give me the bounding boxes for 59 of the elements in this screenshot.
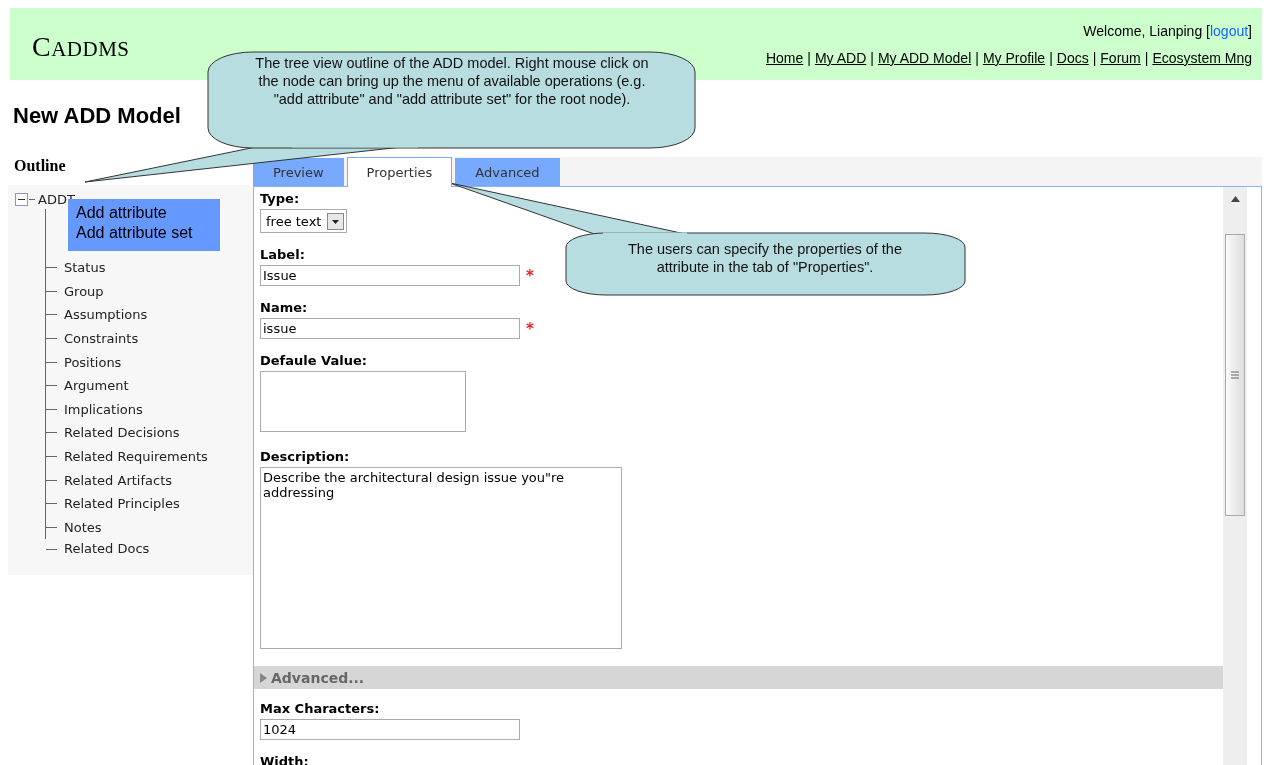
field-label: Description: <box>260 449 350 466</box>
scrollbar[interactable] <box>1223 187 1247 765</box>
tree-node[interactable]: Related Decisions <box>64 425 180 441</box>
required-asterisk: * <box>526 269 534 282</box>
field-label: Label: <box>260 247 305 264</box>
scroll-up-icon[interactable] <box>1230 196 1240 202</box>
nav-separator: | <box>1092 50 1097 66</box>
menu-item[interactable]: Add attribute <box>76 203 220 223</box>
tree-node[interactable]: Positions <box>64 354 122 370</box>
callout-text: The users can specify the properties of the attribute in the tab of "Properties". <box>626 240 903 276</box>
field-label: Max Characters: <box>260 701 380 718</box>
tree-node[interactable]: Related Docs <box>64 539 150 557</box>
nav-separator: | <box>1144 50 1149 66</box>
bracket-text: ] <box>1248 23 1252 39</box>
text-field[interactable]: issue <box>260 318 520 339</box>
tree-node[interactable]: Status <box>64 260 106 276</box>
grip-icon <box>1231 371 1239 379</box>
tree-node[interactable]: Constraints <box>64 331 139 347</box>
nav-separator: | <box>870 50 874 66</box>
section-title: Advanced... <box>271 669 365 686</box>
nav-link[interactable]: My ADD <box>814 50 867 66</box>
nav-link[interactable]: Docs <box>1056 50 1089 66</box>
nav-separator: | <box>807 50 811 66</box>
outline-title: Outline <box>14 157 67 176</box>
required-asterisk: * <box>526 322 534 335</box>
nav-link[interactable]: Home <box>765 50 804 66</box>
tab[interactable]: Advanced <box>455 158 560 186</box>
nav-link[interactable]: My Profile <box>982 50 1046 66</box>
field-label: Defaule Value: <box>260 353 367 370</box>
nav-separator: | <box>975 50 979 66</box>
field-label: Name: <box>260 300 308 317</box>
nav-link[interactable]: My ADD Model <box>877 50 972 66</box>
tree-node[interactable]: Notes <box>64 519 102 535</box>
menu-item[interactable]: Add attribute set <box>76 223 220 243</box>
tree-node[interactable]: Assumptions <box>64 307 148 323</box>
callout-text: The tree view outline of the ADD model. Right mouse click on the node can bring up the menu of available operations (e.g. "add attribute" and "add attribute set" for the root node). <box>254 54 650 108</box>
nav-link[interactable]: Ecosystem Mng <box>1152 50 1252 66</box>
expand-triangle-icon <box>260 672 267 683</box>
text-area[interactable]: Describe the architectural design issue you"re addressing <box>260 467 622 649</box>
scroll-thumb[interactable] <box>1225 234 1245 516</box>
tab[interactable]: Properties <box>346 157 453 187</box>
tab[interactable]: Preview <box>253 158 344 186</box>
tree-node[interactable]: Argument <box>64 378 129 394</box>
tree-node[interactable]: Related Requirements <box>64 449 208 465</box>
type-select[interactable]: free text <box>260 209 348 233</box>
text-field[interactable]: Issue <box>260 265 520 286</box>
collapse-icon[interactable] <box>15 192 28 206</box>
field-label: Type: <box>260 191 300 208</box>
tree-node[interactable]: Group <box>64 283 104 299</box>
tree-node[interactable]: Related Artifacts <box>64 472 172 488</box>
text-field[interactable]: 1024 <box>260 719 520 740</box>
nav-link[interactable]: Forum <box>1100 50 1141 66</box>
tree-node[interactable]: Related Principles <box>64 496 180 512</box>
advanced-section[interactable]: Advanced... <box>254 666 1223 689</box>
page-title: New ADD Model <box>13 103 182 130</box>
logo: CADDMS <box>32 31 130 63</box>
tree-node[interactable]: Implications <box>64 401 143 417</box>
welcome-text: Welcome, Lianping [ <box>1083 23 1210 39</box>
nav-separator: | <box>1049 50 1053 66</box>
